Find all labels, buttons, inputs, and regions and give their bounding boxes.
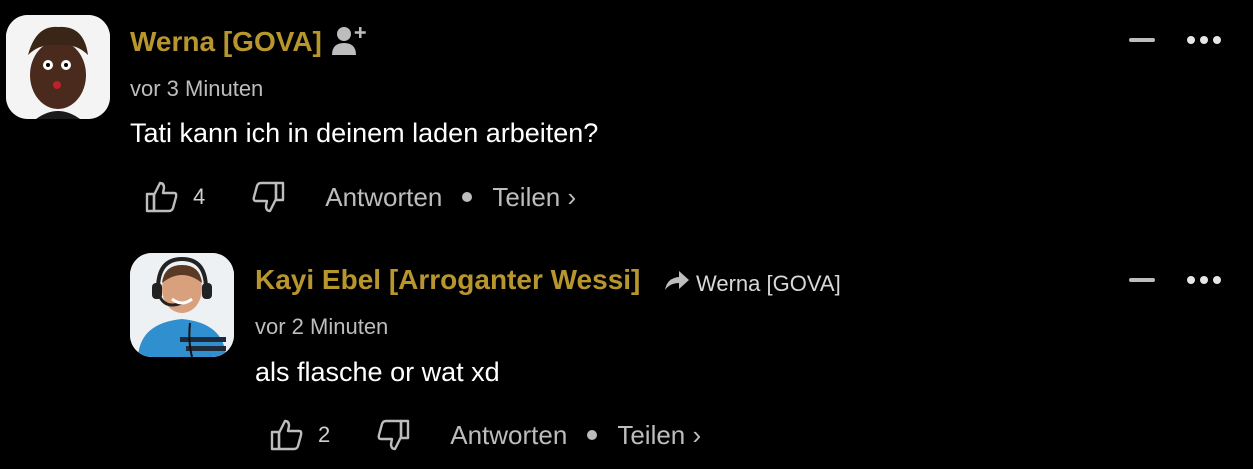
comment-actions: 2 Antworten Teilen › [270, 415, 701, 455]
comment-text: Tati kann ich in deinem laden arbeiten? [130, 118, 599, 148]
separator-dot [587, 430, 598, 440]
comment-author[interactable]: Kayi Ebel [Arroganter Wessi] [255, 264, 640, 296]
collapse-icon[interactable] [1129, 278, 1155, 282]
comment-controls [1129, 36, 1221, 44]
thumbs-down-icon[interactable] [376, 418, 410, 452]
reply-button[interactable]: Antworten [325, 182, 442, 213]
more-icon[interactable] [1187, 276, 1221, 284]
add-friend-icon[interactable] [332, 24, 368, 63]
like-count: 2 [318, 422, 331, 447]
reply-arrow-icon [664, 270, 690, 298]
comment-text: als flasche or wat xd [255, 357, 500, 387]
thumbs-up-icon[interactable] [270, 418, 304, 452]
separator-dot [462, 192, 473, 202]
collapse-icon[interactable] [1129, 38, 1155, 42]
more-icon[interactable] [1187, 36, 1221, 44]
share-button[interactable]: Teilen › [492, 182, 576, 213]
share-button[interactable]: Teilen › [617, 420, 701, 451]
like-count: 4 [193, 184, 206, 209]
thumbs-up-icon[interactable] [145, 180, 179, 214]
comment-time: vor 3 Minuten [130, 76, 264, 101]
reply-to-label[interactable]: Werna [GOVA] [664, 270, 841, 298]
avatar[interactable] [130, 253, 234, 357]
avatar[interactable] [6, 15, 110, 119]
reply-to-name[interactable]: Werna [GOVA] [696, 271, 841, 297]
comment-controls [1129, 276, 1221, 284]
comment-actions: 4 Antworten Teilen › [145, 177, 576, 217]
reply-button[interactable]: Antworten [450, 420, 567, 451]
comment-time: vor 2 Minuten [255, 314, 389, 339]
thumbs-down-icon[interactable] [251, 180, 285, 214]
comment-author[interactable]: Werna [GOVA] [130, 26, 322, 58]
